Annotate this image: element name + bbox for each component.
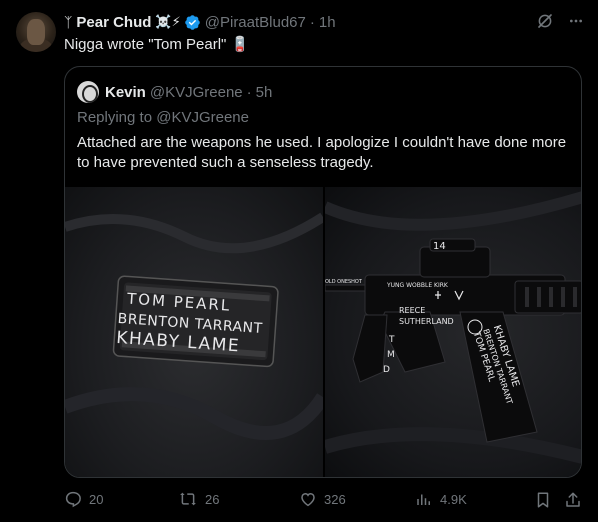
rifle-text-sutherland: SUTHERLAND	[399, 317, 454, 326]
tweet-text: Nigga wrote "Tom Pearl" 🪫	[64, 36, 250, 53]
quote-text: Attached are the weapons he used. I apol…	[77, 134, 567, 171]
quoted-tweet[interactable]: Kevin @KVJGreene · 5h Replying to @KVJGr…	[64, 66, 582, 478]
author-emoji: ☠️⚡	[155, 14, 181, 29]
quote-author-name[interactable]: Kevin	[105, 84, 146, 101]
like-button[interactable]: 326	[299, 490, 346, 508]
replying-prefix: Replying to	[77, 109, 157, 126]
rifle-text-kirk: YUNG WOBBLE KIRK	[386, 282, 449, 289]
replying-handle[interactable]: @KVJGreene	[156, 109, 249, 126]
views-button[interactable]: 4.9K	[415, 490, 467, 508]
magazine-photo[interactable]: TOM PEARL BRENTON TARRANT KHABY LAME	[65, 187, 323, 477]
rifle-grip-m: M	[387, 350, 395, 360]
bookmark-button[interactable]	[534, 490, 559, 510]
rifle-text-oneshot: OLD ONESHOT	[325, 279, 363, 285]
repost-icon	[180, 492, 196, 506]
like-icon	[301, 492, 315, 507]
like-count: 326	[324, 491, 346, 507]
views-icon	[417, 494, 430, 505]
author-name[interactable]: Pear Chud	[76, 14, 151, 31]
rifle-text-reece: REECE	[399, 306, 425, 315]
views-count: 4.9K	[440, 491, 467, 507]
rifle-grip-t: T	[388, 335, 395, 345]
share-button[interactable]	[564, 490, 589, 510]
bookmark-icon	[537, 492, 549, 508]
tweet-time[interactable]: 1h	[319, 14, 336, 31]
rifle-text-14: 14	[433, 241, 446, 252]
reply-icon	[65, 491, 81, 508]
rifle-grip-d: D	[383, 365, 390, 375]
reply-button[interactable]: 20	[64, 490, 103, 508]
more-icon[interactable]	[568, 13, 584, 29]
quote-header: Kevin @KVJGreene · 5h	[77, 81, 272, 103]
author-handle[interactable]: @PiraatBlud67	[205, 14, 306, 31]
repost-count: 26	[205, 491, 220, 507]
quote-media[interactable]: TOM PEARL BRENTON TARRANT KHABY LAME 14 …	[65, 187, 581, 477]
quote-author-avatar[interactable]	[77, 81, 99, 103]
reply-count: 20	[89, 491, 104, 507]
quote-author-handle[interactable]: @KVJGreene	[150, 84, 243, 101]
grok-icon[interactable]	[536, 12, 554, 30]
separator-dot: ·	[246, 83, 252, 101]
separator-dot: ·	[309, 13, 315, 31]
quote-time[interactable]: 5h	[256, 84, 273, 101]
author-prefix-rune: ᛉ	[64, 14, 73, 30]
rifle-photo[interactable]: 14 YUNG WOBBLE KIRK OLD ONESHOT REECE SU…	[325, 187, 581, 477]
tweet-header: ᛉ Pear Chud ☠️⚡ @PiraatBlud67 · 1h	[64, 12, 336, 32]
share-icon	[566, 492, 580, 507]
verified-icon	[184, 14, 200, 30]
repost-button[interactable]: 26	[178, 490, 219, 508]
tweet-actions: 20 26 326 4.9K	[64, 490, 584, 512]
author-avatar[interactable]	[16, 12, 56, 52]
replying-to: Replying to @KVJGreene	[77, 109, 249, 126]
